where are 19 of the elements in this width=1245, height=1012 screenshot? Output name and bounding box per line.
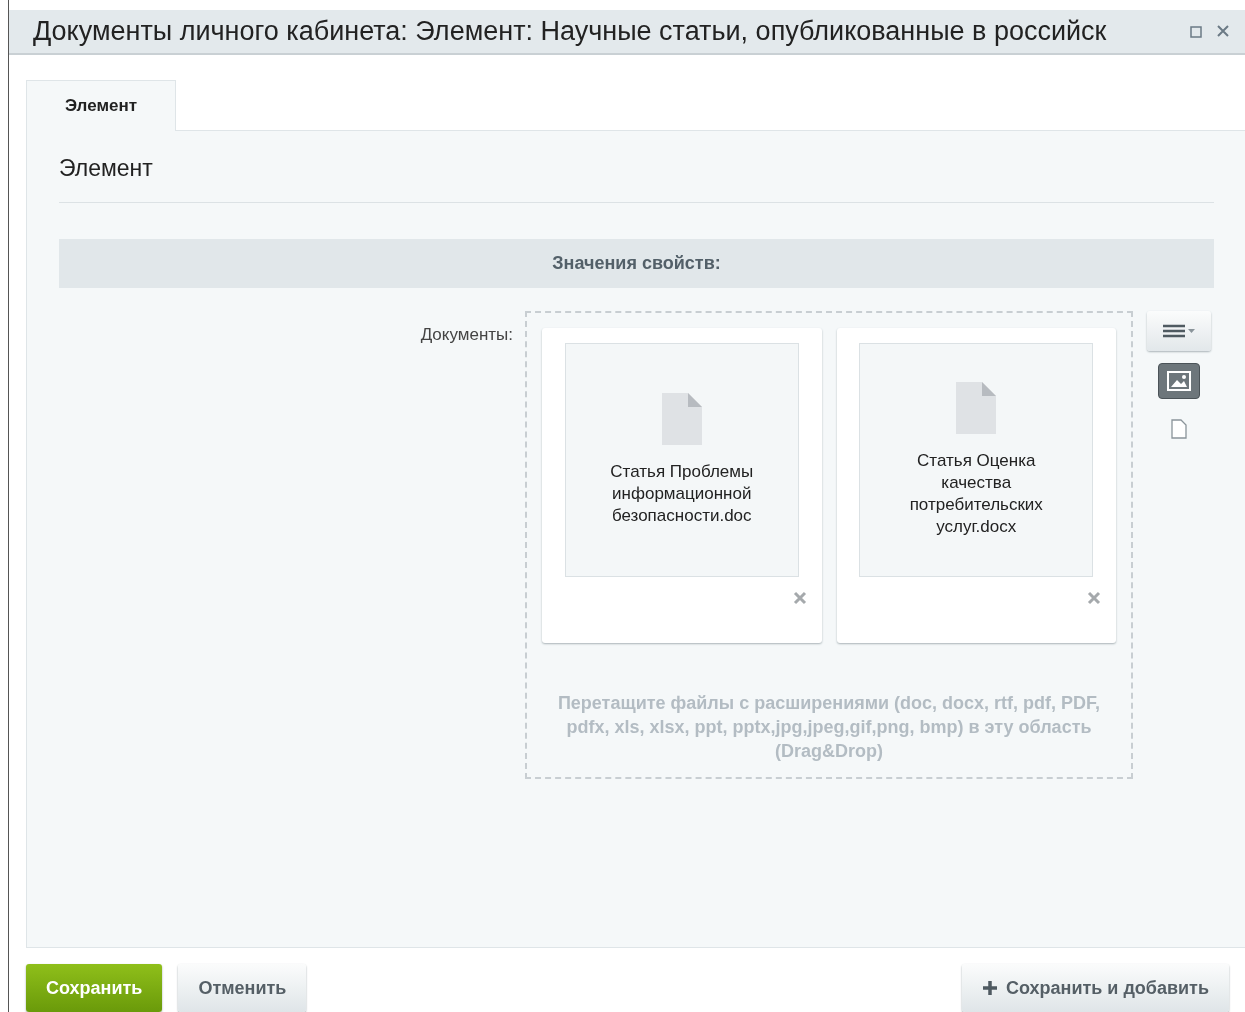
window-title: Документы личного кабинета: Элемент: Научные статьи, опубликованные в российск <box>33 16 1108 47</box>
save-and-add-button[interactable]: Сохранить и добавить <box>962 964 1229 1012</box>
image-icon <box>1167 371 1191 391</box>
file-name: Статья Оценка качества потребительских услуг.docx <box>908 450 1044 538</box>
document-icon <box>956 382 997 434</box>
cancel-button[interactable]: Отменить <box>178 964 307 1012</box>
field-label: Документы: <box>419 324 514 346</box>
menu-button[interactable] <box>1147 311 1211 351</box>
drop-hint: Перетащите файлы с расширениями (doc, docx, rtf, pdf, PDF, pdfx, xls, xlsx, ppt, pptx,jpg,jpeg,gif,png, bmp) в эту область (Drag&Drop) <box>556 692 1102 763</box>
image-view-button[interactable] <box>1158 363 1200 399</box>
drop-zone[interactable] <box>525 311 1133 779</box>
section-heading: Элемент <box>59 155 1214 203</box>
document-icon <box>1171 419 1187 439</box>
document-icon <box>661 393 702 445</box>
tab[interactable]: Элемент <box>26 80 176 131</box>
menu-icon <box>1162 324 1196 338</box>
plus-icon <box>982 980 998 996</box>
file-name: Статья Проблемы информационной безопасности.doc <box>609 461 755 527</box>
properties-header: Значения свойств: <box>59 239 1214 288</box>
